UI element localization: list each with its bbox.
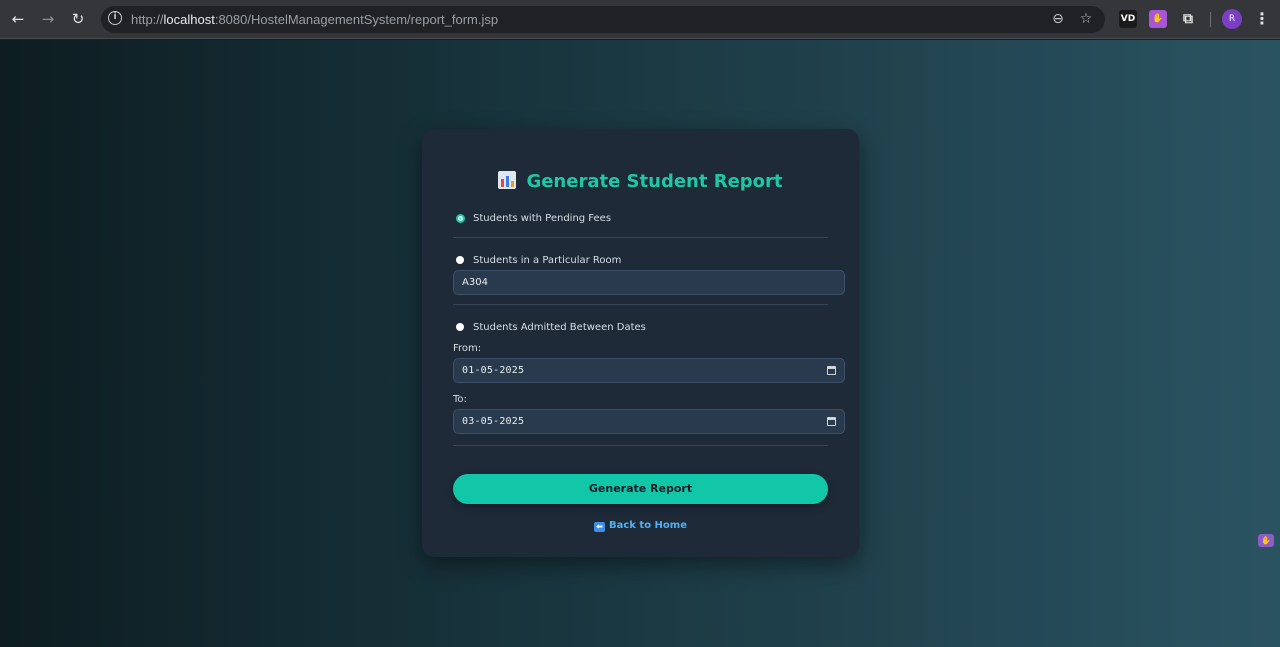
back-link-text: Back to Home: [608, 520, 687, 531]
bar-chart-icon: [498, 171, 517, 189]
zoom-icon[interactable]: ⊖: [1049, 10, 1067, 28]
page-title: Generate Student Report: [422, 171, 859, 192]
browser-menu-icon[interactable]: ⋮: [1254, 9, 1270, 29]
report-form-card: Generate Student Report Students with Pe…: [422, 129, 859, 557]
profile-avatar[interactable]: R: [1222, 9, 1242, 29]
reload-icon[interactable]: ↻: [67, 8, 89, 30]
particular-room-label[interactable]: Students in a Particular Room: [473, 255, 621, 266]
from-label: From:: [453, 343, 482, 354]
extensions-puzzle-icon[interactable]: ⧉: [1179, 10, 1197, 28]
from-date-value: 01-05-2025: [462, 365, 525, 376]
url-path: :8080/HostelManagementSystem/report_form…: [214, 12, 499, 27]
page-background: Generate Student Report Students with Pe…: [0, 40, 1280, 647]
toolbar-divider: [1210, 12, 1211, 27]
back-to-home-link[interactable]: ⬅ Back to Home: [422, 520, 859, 532]
to-date-value: 03-05-2025: [462, 416, 525, 427]
between-dates-radio[interactable]: [456, 323, 464, 331]
particular-room-radio[interactable]: [456, 256, 464, 264]
url-host: localhost: [163, 12, 215, 27]
address-bar[interactable]: i http://localhost:8080/HostelManagement…: [101, 6, 1105, 33]
calendar-icon[interactable]: [827, 417, 836, 426]
calendar-icon[interactable]: [827, 366, 836, 375]
to-label: To:: [453, 394, 467, 405]
divider: [453, 445, 828, 446]
back-arrow-icon[interactable]: ←: [7, 8, 29, 30]
url-scheme: http://: [131, 12, 164, 27]
pending-fees-label[interactable]: Students with Pending Fees: [473, 213, 611, 224]
generate-report-button[interactable]: Generate Report: [453, 474, 828, 504]
divider: [453, 304, 828, 305]
between-dates-label[interactable]: Students Admitted Between Dates: [473, 322, 646, 333]
to-date-input[interactable]: 03-05-2025: [453, 409, 845, 434]
back-arrow-icon: ⬅: [593, 522, 605, 532]
purple-extension-icon[interactable]: ✋: [1149, 10, 1167, 28]
divider: [453, 237, 828, 238]
bookmark-star-icon[interactable]: ☆: [1077, 10, 1095, 28]
site-info-icon[interactable]: i: [108, 11, 122, 25]
browser-toolbar: ← → ↻ i http://localhost:8080/HostelMana…: [0, 0, 1280, 39]
pending-fees-radio[interactable]: [456, 214, 465, 223]
title-text: Generate Student Report: [526, 171, 783, 192]
from-date-input[interactable]: 01-05-2025: [453, 358, 845, 383]
video-downloader-extension-icon[interactable]: VD: [1119, 10, 1137, 28]
room-number-input[interactable]: A304: [453, 270, 845, 295]
url-text[interactable]: http://localhost:8080/HostelManagementSy…: [131, 12, 498, 27]
floating-extension-icon[interactable]: ✋: [1258, 534, 1274, 547]
forward-arrow-icon[interactable]: →: [37, 8, 59, 30]
